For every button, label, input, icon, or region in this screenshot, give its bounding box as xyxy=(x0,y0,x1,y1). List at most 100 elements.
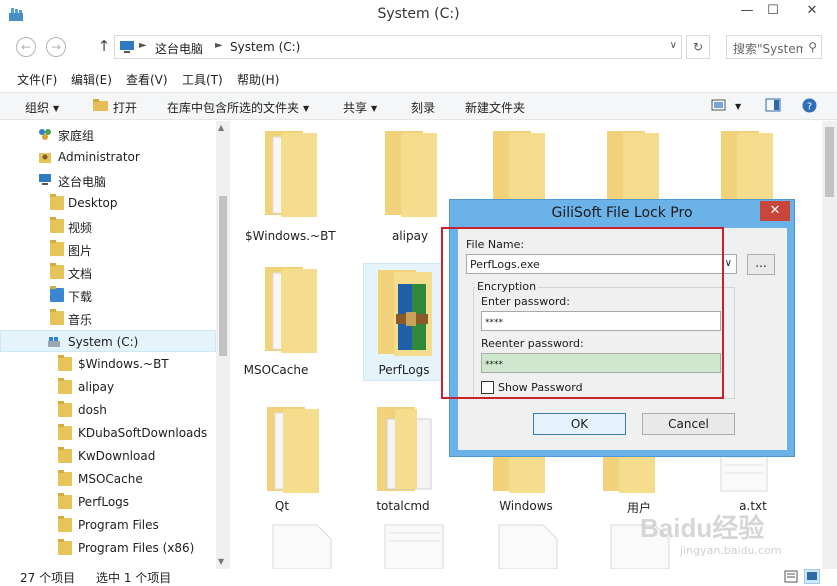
triangle-down-icon[interactable]: ▼ xyxy=(735,102,741,111)
view-options-icon[interactable] xyxy=(711,98,727,112)
nav-item-label: 下载 xyxy=(68,290,93,304)
burn-button[interactable]: 刻录 xyxy=(411,99,435,116)
minimize-button[interactable]: — xyxy=(734,0,760,22)
nav-item-windows-bt[interactable]: $Windows.~BT xyxy=(0,353,216,375)
triangle-down-icon: ▼ xyxy=(53,104,60,113)
nav-item-label: alipay xyxy=(78,380,115,394)
video-folder-icon xyxy=(50,217,64,233)
nav-item-system-c[interactable]: System (C:) xyxy=(0,330,216,352)
folder-item-windows-bt[interactable]: $Windows.~BT xyxy=(245,125,336,245)
arrow-up-icon: ↑ xyxy=(97,37,111,55)
chevron-down-icon[interactable]: ∨ xyxy=(670,40,677,51)
details-view-icon[interactable] xyxy=(784,570,798,583)
nav-scroll-thumb[interactable] xyxy=(219,196,227,356)
search-icon: ⚲ xyxy=(808,40,817,54)
drive-icon xyxy=(48,337,60,347)
folder-icon xyxy=(58,470,72,486)
downloads-folder-icon xyxy=(50,286,64,302)
nav-item-label: 视频 xyxy=(68,221,93,235)
nav-item-documents[interactable]: 文档 xyxy=(0,261,216,283)
menu-tools[interactable]: 工具(T) xyxy=(182,71,223,88)
file-icon[interactable] xyxy=(267,523,337,569)
nav-item-label: $Windows.~BT xyxy=(78,357,169,371)
include-in-library-button[interactable]: 在库中包含所选的文件夹 ▼ xyxy=(167,99,309,116)
nav-item-pictures[interactable]: 图片 xyxy=(0,238,216,260)
folder-icon xyxy=(58,539,72,555)
ok-button[interactable]: OK xyxy=(533,413,626,435)
organize-button[interactable]: 组织 ▼ xyxy=(25,99,59,116)
pictures-folder-icon xyxy=(50,240,64,256)
share-button[interactable]: 共享 ▼ xyxy=(343,99,377,116)
up-button[interactable]: ↑ xyxy=(94,37,114,57)
browse-button[interactable]: ... xyxy=(747,254,775,275)
folder-item-qt[interactable]: Qt xyxy=(257,399,347,519)
large-icons-view-icon[interactable] xyxy=(804,569,820,584)
close-button[interactable]: ✕ xyxy=(790,0,834,22)
search-input[interactable]: 搜索"System (C:)" ⚲ xyxy=(726,35,822,59)
nav-item-kwdownload[interactable]: KwDownload xyxy=(0,445,216,467)
search-placeholder: 搜索"System (C:)" xyxy=(733,42,803,56)
computer-icon xyxy=(120,41,134,53)
maximize-button[interactable]: ☐ xyxy=(760,0,786,22)
nav-item-label: 家庭组 xyxy=(58,129,95,143)
content-scrollbar[interactable] xyxy=(822,121,837,569)
folder-icon xyxy=(377,407,432,491)
folder-item-totalcmd[interactable]: totalcmd xyxy=(371,399,461,519)
open-button[interactable]: 打开 xyxy=(113,99,137,116)
breadcrumb-separator-icon: ► xyxy=(215,40,223,51)
nav-item-label: Program Files xyxy=(78,518,159,532)
watermark-brand: Baidu经验 xyxy=(640,513,765,543)
address-bar[interactable]: ► 这台电脑 ► System (C:) ∨ xyxy=(114,35,682,59)
nav-scrollbar[interactable]: ▲ ▼ xyxy=(216,121,230,569)
forward-button[interactable]: → xyxy=(46,37,66,57)
folder-item-perflogs[interactable]: PerfLogs xyxy=(363,263,443,381)
nav-item-label: Program Files (x86) xyxy=(78,541,195,555)
nav-item-label: 这台电脑 xyxy=(58,175,107,189)
nav-item-alipay[interactable]: alipay xyxy=(0,376,216,398)
nav-item-program-files[interactable]: Program Files xyxy=(0,514,216,536)
file-icon[interactable] xyxy=(379,523,449,569)
folder-icon xyxy=(265,131,317,217)
help-icon[interactable]: ? xyxy=(802,98,817,113)
nav-item-label: dosh xyxy=(78,403,107,417)
title-bar: System (C:) — ☐ ✕ xyxy=(0,0,837,30)
new-folder-button[interactable]: 新建文件夹 xyxy=(465,99,525,116)
baidu-watermark: Baidu经验 jingyan.baidu.com xyxy=(640,508,800,568)
nav-item-msocache[interactable]: MSOCache xyxy=(0,468,216,490)
scroll-up-icon[interactable]: ▲ xyxy=(218,123,224,132)
menu-view[interactable]: 查看(V) xyxy=(126,71,168,88)
dialog-close-button[interactable]: ✕ xyxy=(760,201,790,221)
file-label: Qt xyxy=(274,499,290,513)
cancel-button[interactable]: Cancel xyxy=(642,413,735,435)
nav-item-perflogs[interactable]: PerfLogs xyxy=(0,491,216,513)
nav-item-videos[interactable]: 视频 xyxy=(0,215,216,237)
nav-item-label: PerfLogs xyxy=(78,495,130,509)
nav-item-label: System (C:) xyxy=(68,335,139,349)
folder-item-msocache[interactable]: MSOCache xyxy=(244,261,345,381)
file-label: Windows xyxy=(499,499,553,513)
nav-item-this-pc[interactable]: 这台电脑 xyxy=(0,169,216,191)
nav-item-program-files-x86[interactable]: Program Files (x86) xyxy=(0,537,216,559)
preview-pane-icon[interactable] xyxy=(765,98,781,112)
menu-file[interactable]: 文件(F) xyxy=(17,71,57,88)
menu-help[interactable]: 帮助(H) xyxy=(237,71,279,88)
file-icon[interactable] xyxy=(493,523,563,569)
nav-item-desktop[interactable]: Desktop xyxy=(0,192,216,214)
close-icon: ✕ xyxy=(769,203,781,218)
content-scroll-thumb[interactable] xyxy=(825,127,834,197)
breadcrumb-this-pc[interactable]: 这台电脑 xyxy=(155,40,203,57)
scroll-down-icon[interactable]: ▼ xyxy=(218,557,224,566)
nav-item-music[interactable]: 音乐 xyxy=(0,307,216,329)
chevron-down-icon[interactable]: ∨ xyxy=(725,258,732,269)
nav-item-downloads[interactable]: 下载 xyxy=(0,284,216,306)
folder-icon xyxy=(58,424,72,440)
nav-item-label: 音乐 xyxy=(68,313,93,327)
breadcrumb-system-c[interactable]: System (C:) xyxy=(230,40,300,54)
nav-item-administrator[interactable]: Administrator xyxy=(0,146,216,168)
nav-item-dosh[interactable]: dosh xyxy=(0,399,216,421)
back-button[interactable]: ← xyxy=(16,37,36,57)
refresh-button[interactable]: ↻ xyxy=(686,35,710,59)
nav-item-kdubasoftdownloads[interactable]: KDubaSoftDownloads xyxy=(0,422,216,444)
menu-edit[interactable]: 编辑(E) xyxy=(71,71,112,88)
nav-item-homegroup[interactable]: 家庭组 xyxy=(0,123,216,145)
